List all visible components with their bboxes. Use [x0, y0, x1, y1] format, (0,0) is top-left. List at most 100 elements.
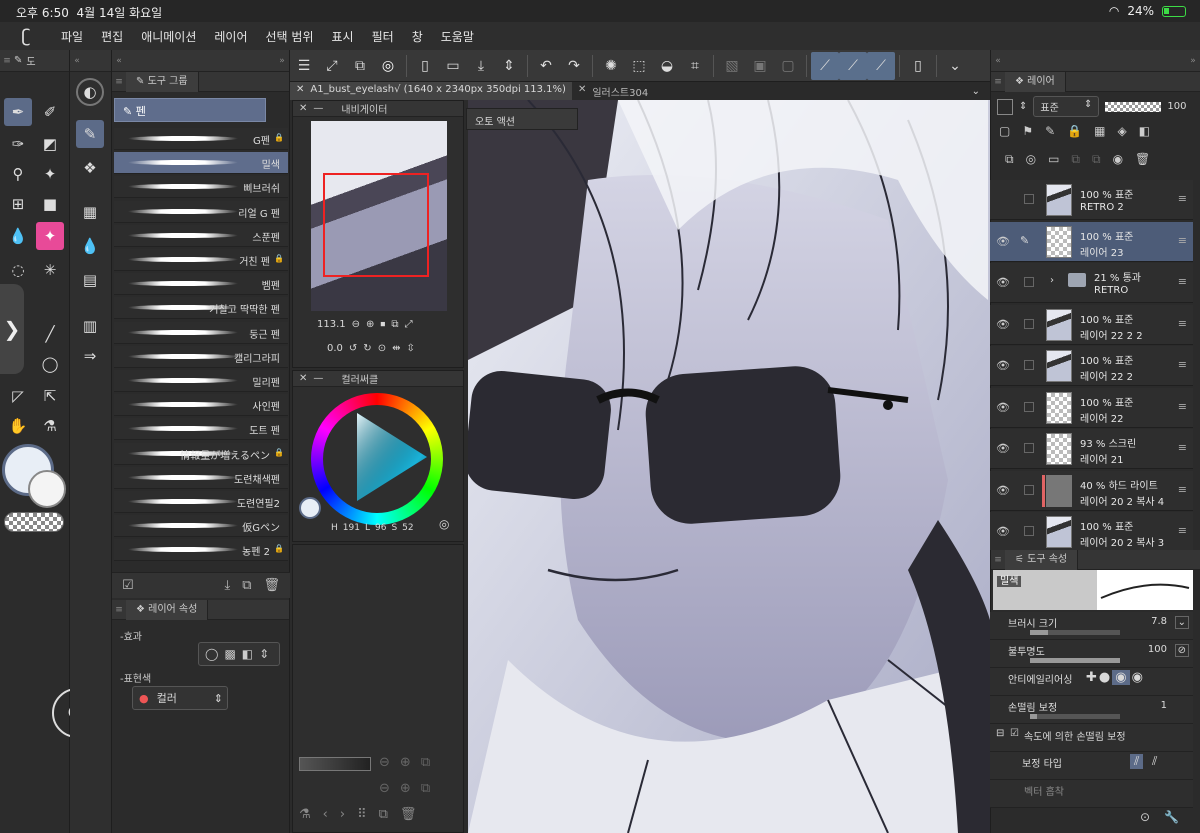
expression-color-select[interactable]: ● 컬러 ⇕: [132, 686, 228, 710]
subtool-pen-icon[interactable]: ✎: [76, 120, 104, 148]
transform-icon[interactable]: ⧉: [346, 52, 374, 80]
operation-tool-icon[interactable]: ⇱: [36, 382, 64, 410]
stroke-mode-3-icon[interactable]: ⟋: [867, 51, 895, 80]
saturation-triangle[interactable]: [341, 405, 431, 505]
eye-icon[interactable]: 👁: [996, 401, 1010, 414]
stepper-icon[interactable]: ⇕: [495, 52, 523, 80]
menu-selection[interactable]: 선택 범위: [257, 28, 323, 45]
blend-tool-icon[interactable]: ⚲: [4, 160, 32, 188]
color-bar[interactable]: [299, 757, 371, 771]
fill-tool-icon[interactable]: 💧: [4, 222, 32, 250]
subtool-arrow-icon[interactable]: ⇒: [76, 342, 104, 370]
antialias-weak-icon[interactable]: ●: [1099, 670, 1110, 685]
merge-icon[interactable]: ⧉: [1071, 152, 1080, 167]
menu-layer[interactable]: 레이어: [205, 28, 256, 45]
correction-type-b-icon[interactable]: ⫽: [1152, 754, 1157, 769]
select-icon[interactable]: ⬚: [625, 52, 653, 80]
collapse-icon[interactable]: «: [70, 56, 84, 66]
rotate-left-icon[interactable]: ↺: [349, 343, 357, 354]
antialias-medium-icon[interactable]: ◉: [1112, 670, 1130, 685]
rotate-right-icon[interactable]: ↻: [363, 343, 371, 354]
layer-checkbox[interactable]: [1024, 277, 1034, 287]
copy-icon[interactable]: ⧉: [421, 781, 430, 796]
eye-icon[interactable]: 👁: [996, 318, 1010, 331]
opacity-row[interactable]: 불투명도 100 ⊘: [990, 640, 1193, 668]
layer-menu-icon[interactable]: ≡: [1178, 524, 1187, 537]
layer-row[interactable]: 👁 100 % 표준 레이어 22 2 2 ≡: [990, 304, 1193, 345]
expand-icon[interactable]: »: [1186, 56, 1200, 66]
subtool-grid-icon[interactable]: ▦: [76, 198, 104, 226]
new-folder-icon[interactable]: ▭: [1048, 152, 1059, 167]
edge-keyboard-toggle-icon[interactable]: ❯: [0, 284, 24, 374]
fountain-pen-tool-icon[interactable]: ✑: [4, 130, 32, 158]
trash-icon[interactable]: 🗑: [400, 807, 417, 822]
layer-menu-icon[interactable]: ≡: [1178, 275, 1187, 288]
brush-item[interactable]: 거친 펜 🔒: [114, 249, 288, 271]
fit-icon[interactable]: ⧉: [391, 319, 398, 330]
subtool-drop-icon[interactable]: 💧: [76, 232, 104, 260]
eye-icon[interactable]: 👁: [996, 525, 1010, 538]
color-mode-icon[interactable]: ◎: [439, 517, 449, 531]
phone-icon[interactable]: ▯: [904, 52, 932, 80]
layer-checkbox[interactable]: [1024, 318, 1034, 329]
expand-icon[interactable]: »: [275, 56, 289, 66]
flip-vertical-icon[interactable]: ⇳: [406, 343, 414, 354]
clip-icon[interactable]: ▢: [999, 124, 1010, 138]
reset-rotation-icon[interactable]: ⊙: [378, 343, 386, 354]
panel-grip-icon[interactable]: ≡: [991, 555, 1005, 565]
copy-icon[interactable]: ⧉: [421, 755, 430, 770]
speed-stabilization-checkbox[interactable]: ☑: [1010, 728, 1019, 739]
brush-item[interactable]: 도련연필2: [114, 491, 288, 513]
close-icon[interactable]: ✕: [299, 373, 307, 384]
layer-checkbox[interactable]: [1024, 526, 1034, 536]
fill-icon[interactable]: ◒: [653, 52, 681, 80]
link-icon[interactable]: ⊘: [1174, 644, 1189, 657]
minus-icon[interactable]: ⊖: [379, 755, 390, 770]
chevron-down-icon[interactable]: ⌄: [941, 52, 969, 80]
layer-menu-icon[interactable]: ≡: [1178, 441, 1187, 454]
hand-tool-icon[interactable]: ✋: [4, 412, 32, 440]
layer-color-icon[interactable]: ◧: [242, 647, 253, 661]
fullscreen-icon[interactable]: ⤢: [405, 319, 413, 330]
crop-icon[interactable]: ⌗: [681, 52, 709, 80]
tool-tab-label[interactable]: 도: [26, 53, 35, 68]
layer-menu-icon[interactable]: ≡: [1178, 234, 1187, 247]
mask-icon[interactable]: ◈: [1117, 124, 1126, 138]
close-icon[interactable]: ✕: [296, 84, 304, 98]
merge-down-icon[interactable]: ⧉: [1092, 152, 1101, 167]
brush-item[interactable]: 거칠고 딱딱한 펜: [114, 297, 288, 320]
subtool-brush-icon[interactable]: ❖: [76, 154, 104, 182]
antialias-row[interactable]: 안티에일리어싱 ✚ ● ◉ ◉: [990, 668, 1193, 696]
menu-icon[interactable]: ☰: [290, 52, 318, 80]
reference-icon[interactable]: ⚑: [1022, 124, 1033, 138]
menu-file[interactable]: 파일: [52, 28, 92, 45]
brush-item[interactable]: 농펜 2 🔒: [114, 539, 288, 562]
decoration-tool-icon[interactable]: ✦: [36, 222, 64, 250]
border-effect-icon[interactable]: ◯: [205, 647, 218, 661]
pen-tab-icon[interactable]: ✎: [14, 55, 22, 66]
reset-icon[interactable]: ⊙: [1140, 810, 1150, 824]
menu-view[interactable]: 표시: [323, 28, 363, 45]
fit-canvas-icon[interactable]: ⤢: [318, 52, 346, 80]
ruler-tool-icon[interactable]: ◸: [4, 382, 32, 410]
layer-menu-icon[interactable]: ≡: [1178, 400, 1187, 413]
pencil-tool-icon[interactable]: ✐: [36, 98, 64, 126]
layer-row[interactable]: 👁 › 21 % 통과 RETRO ≡: [990, 263, 1193, 303]
panel-grip-icon[interactable]: ≡: [112, 605, 126, 615]
grid-tool-icon[interactable]: ⊞: [4, 190, 32, 218]
subtool-group-title[interactable]: ✎ 펜: [114, 98, 266, 122]
lasso-tool-icon[interactable]: ◌: [4, 256, 32, 284]
stabilization-slider[interactable]: [1030, 714, 1120, 719]
tone-effect-icon[interactable]: ▩: [224, 647, 235, 661]
menu-edit[interactable]: 편집: [92, 28, 132, 45]
selection-border-icon[interactable]: ▢: [774, 52, 802, 80]
subtool-panel-icon[interactable]: ▥: [76, 312, 104, 340]
layer-color-box[interactable]: [997, 98, 1013, 115]
layer-checkbox[interactable]: [1024, 194, 1034, 204]
doc-tab-2[interactable]: ✕ 일러스트304: [572, 82, 654, 100]
brush-item[interactable]: 도트 펜: [114, 418, 288, 441]
brush-size-row[interactable]: 브러시 크기 7.8 ⌄: [990, 612, 1193, 640]
brush-item[interactable]: 밀리펜: [114, 370, 288, 392]
speed-stabilization-row[interactable]: ⊟ ☑ 속도에 의한 손떨림 보정: [990, 724, 1193, 752]
redo-icon[interactable]: ↷: [560, 52, 588, 80]
